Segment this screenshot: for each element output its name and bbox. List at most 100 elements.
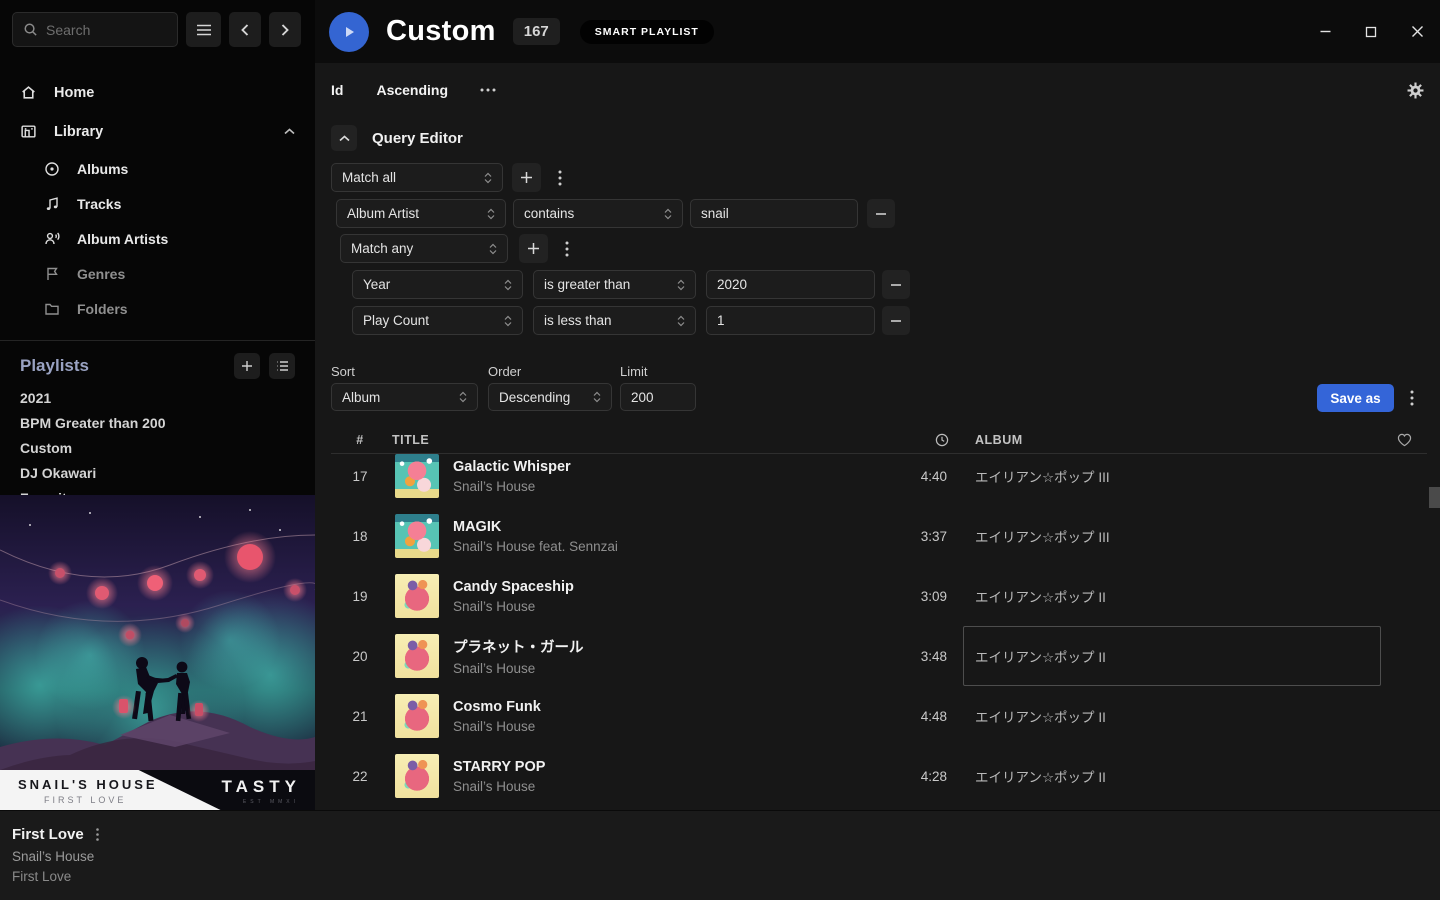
rule-operator-select[interactable]: is less than <box>533 306 696 335</box>
track-row[interactable]: 21 Cosmo Funk Snail’s House 4:48 エイリアン☆ポ… <box>331 686 1427 746</box>
playlist-list-button[interactable] <box>269 353 295 379</box>
track-album[interactable]: エイリアン☆ポップ II <box>963 746 1381 806</box>
rule-operator-select[interactable]: is greater than <box>533 270 696 299</box>
track-cover-art[interactable] <box>395 694 439 738</box>
collapse-query-editor-button[interactable] <box>331 125 357 151</box>
index-column-header[interactable]: # <box>331 433 389 447</box>
playlist-item[interactable]: 2021 <box>0 385 315 410</box>
maximize-button[interactable] <box>1348 9 1394 55</box>
minimize-button[interactable] <box>1302 9 1348 55</box>
rule-field-select[interactable]: Album Artist <box>336 199 506 228</box>
track-artist[interactable]: Snail’s House <box>453 661 899 676</box>
scrollbar-thumb[interactable] <box>1429 487 1440 508</box>
settings-gear-button[interactable] <box>1407 82 1424 99</box>
chevron-up-icon[interactable] <box>284 128 295 136</box>
save-as-button[interactable]: Save as <box>1317 384 1394 412</box>
track-row[interactable]: 18 MAGIK Snail’s House feat. Sennzai 3:3… <box>331 506 1427 566</box>
sidebar-item-label: Album Artists <box>77 231 168 247</box>
order-label: Order <box>488 364 620 379</box>
playlists-title: Playlists <box>20 356 225 376</box>
sidebar-item-genres[interactable]: Genres <box>0 256 315 291</box>
playlist-item[interactable]: BPM Greater than 200 <box>0 410 315 435</box>
sidebar-item-albums[interactable]: Albums <box>0 151 315 186</box>
track-artist[interactable]: Snail’s House <box>453 479 899 494</box>
now-playing-album[interactable]: First Love <box>12 869 99 884</box>
match-type-select[interactable]: Match any <box>340 234 508 263</box>
track-cover-art[interactable] <box>395 514 439 558</box>
close-button[interactable] <box>1394 9 1440 55</box>
track-artist[interactable]: Snail’s House <box>453 599 899 614</box>
search-input[interactable] <box>46 22 156 38</box>
sidebar-item-folders[interactable]: Folders <box>0 291 315 326</box>
rule-value-input[interactable]: 2020 <box>706 270 875 299</box>
track-title[interactable]: MAGIK <box>453 519 899 535</box>
sidebar-item-label: Tracks <box>77 196 121 212</box>
track-title[interactable]: プラネット・ガール <box>453 636 899 657</box>
track-title[interactable]: Cosmo Funk <box>453 699 899 715</box>
album-column-header[interactable]: ALBUM <box>963 433 1381 447</box>
track-cover-art[interactable] <box>395 454 439 498</box>
track-artist[interactable]: Snail’s House <box>453 779 899 794</box>
forward-button[interactable] <box>269 12 301 47</box>
rule-field-select[interactable]: Play Count <box>352 306 523 335</box>
track-cover-art[interactable] <box>395 754 439 798</box>
track-title[interactable]: Candy Spaceship <box>453 579 899 595</box>
track-cover-art[interactable] <box>395 574 439 618</box>
track-album[interactable]: エイリアン☆ポップ III <box>963 506 1381 566</box>
track-row[interactable]: 22 STARRY POP Snail’s House 4:28 エイリアン☆ポ… <box>331 746 1427 806</box>
track-album[interactable]: エイリアン☆ポップ II <box>963 686 1381 746</box>
menu-button[interactable] <box>186 12 221 47</box>
now-playing-title[interactable]: First Love <box>12 826 84 843</box>
more-options-button[interactable] <box>480 88 496 92</box>
track-album[interactable]: エイリアン☆ポップ II <box>963 566 1381 626</box>
back-button[interactable] <box>229 12 261 47</box>
sidebar-item-home[interactable]: Home <box>0 73 315 112</box>
title-column-header[interactable]: TITLE <box>389 433 445 447</box>
rule-value-input[interactable]: 1 <box>706 306 875 335</box>
track-cover-art[interactable] <box>395 634 439 678</box>
sort-select[interactable]: Album <box>331 383 478 411</box>
search-box[interactable] <box>12 12 178 47</box>
playlist-item[interactable]: Custom <box>0 435 315 460</box>
favorite-column-header[interactable] <box>1381 433 1427 447</box>
track-artist[interactable]: Snail’s House feat. Sennzai <box>453 539 899 554</box>
kebab-icon[interactable] <box>96 828 99 841</box>
sidebar-item-library[interactable]: Library <box>0 112 315 151</box>
disc-icon <box>44 161 60 177</box>
playlist-item[interactable]: DJ Okawari <box>0 460 315 485</box>
remove-rule-button[interactable] <box>882 306 910 335</box>
select-chevrons-icon <box>504 315 512 327</box>
rule-field-select[interactable]: Year <box>352 270 523 299</box>
add-rule-button[interactable] <box>512 163 541 192</box>
track-album[interactable]: エイリアン☆ポップ III <box>963 454 1381 506</box>
query-menu-button[interactable] <box>1402 384 1422 412</box>
remove-rule-button[interactable] <box>867 199 895 228</box>
limit-input[interactable]: 200 <box>620 383 696 411</box>
group-menu-button[interactable] <box>550 163 570 192</box>
sidebar-item-album-artists[interactable]: Album Artists <box>0 221 315 256</box>
order-select[interactable]: Descending <box>488 383 612 411</box>
sort-direction-button[interactable]: Ascending <box>376 82 448 98</box>
play-playlist-button[interactable] <box>329 12 369 52</box>
now-playing-album-art[interactable]: SNAIL'S HOUSE FIRST LOVE TASTY EST MMXI <box>0 495 315 810</box>
track-title[interactable]: Galactic Whisper <box>453 459 899 475</box>
minus-icon <box>890 279 902 291</box>
sidebar-item-tracks[interactable]: Tracks <box>0 186 315 221</box>
add-rule-button[interactable] <box>519 234 548 263</box>
track-album[interactable]: エイリアン☆ポップ II <box>963 626 1381 686</box>
track-row[interactable]: 20 プラネット・ガール Snail’s House 3:48 エイリアン☆ポッ… <box>331 626 1427 686</box>
track-artist[interactable]: Snail’s House <box>453 719 899 734</box>
match-type-select[interactable]: Match all <box>331 163 503 192</box>
duration-column-header[interactable] <box>899 433 963 447</box>
sort-field-button[interactable]: Id <box>331 82 343 98</box>
track-row[interactable]: 19 Candy Spaceship Snail’s House 3:09 エイ… <box>331 566 1427 626</box>
track-title[interactable]: STARRY POP <box>453 759 899 775</box>
rule-operator-select[interactable]: contains <box>513 199 683 228</box>
select-chevrons-icon <box>504 279 512 291</box>
add-playlist-button[interactable] <box>234 353 260 379</box>
rule-value-input[interactable]: snail <box>690 199 858 228</box>
track-row[interactable]: 17 Galactic Whisper Snail’s House 4:40 エ… <box>331 454 1427 506</box>
remove-rule-button[interactable] <box>882 270 910 299</box>
group-menu-button[interactable] <box>557 234 577 263</box>
now-playing-artist[interactable]: Snail’s House <box>12 849 99 864</box>
